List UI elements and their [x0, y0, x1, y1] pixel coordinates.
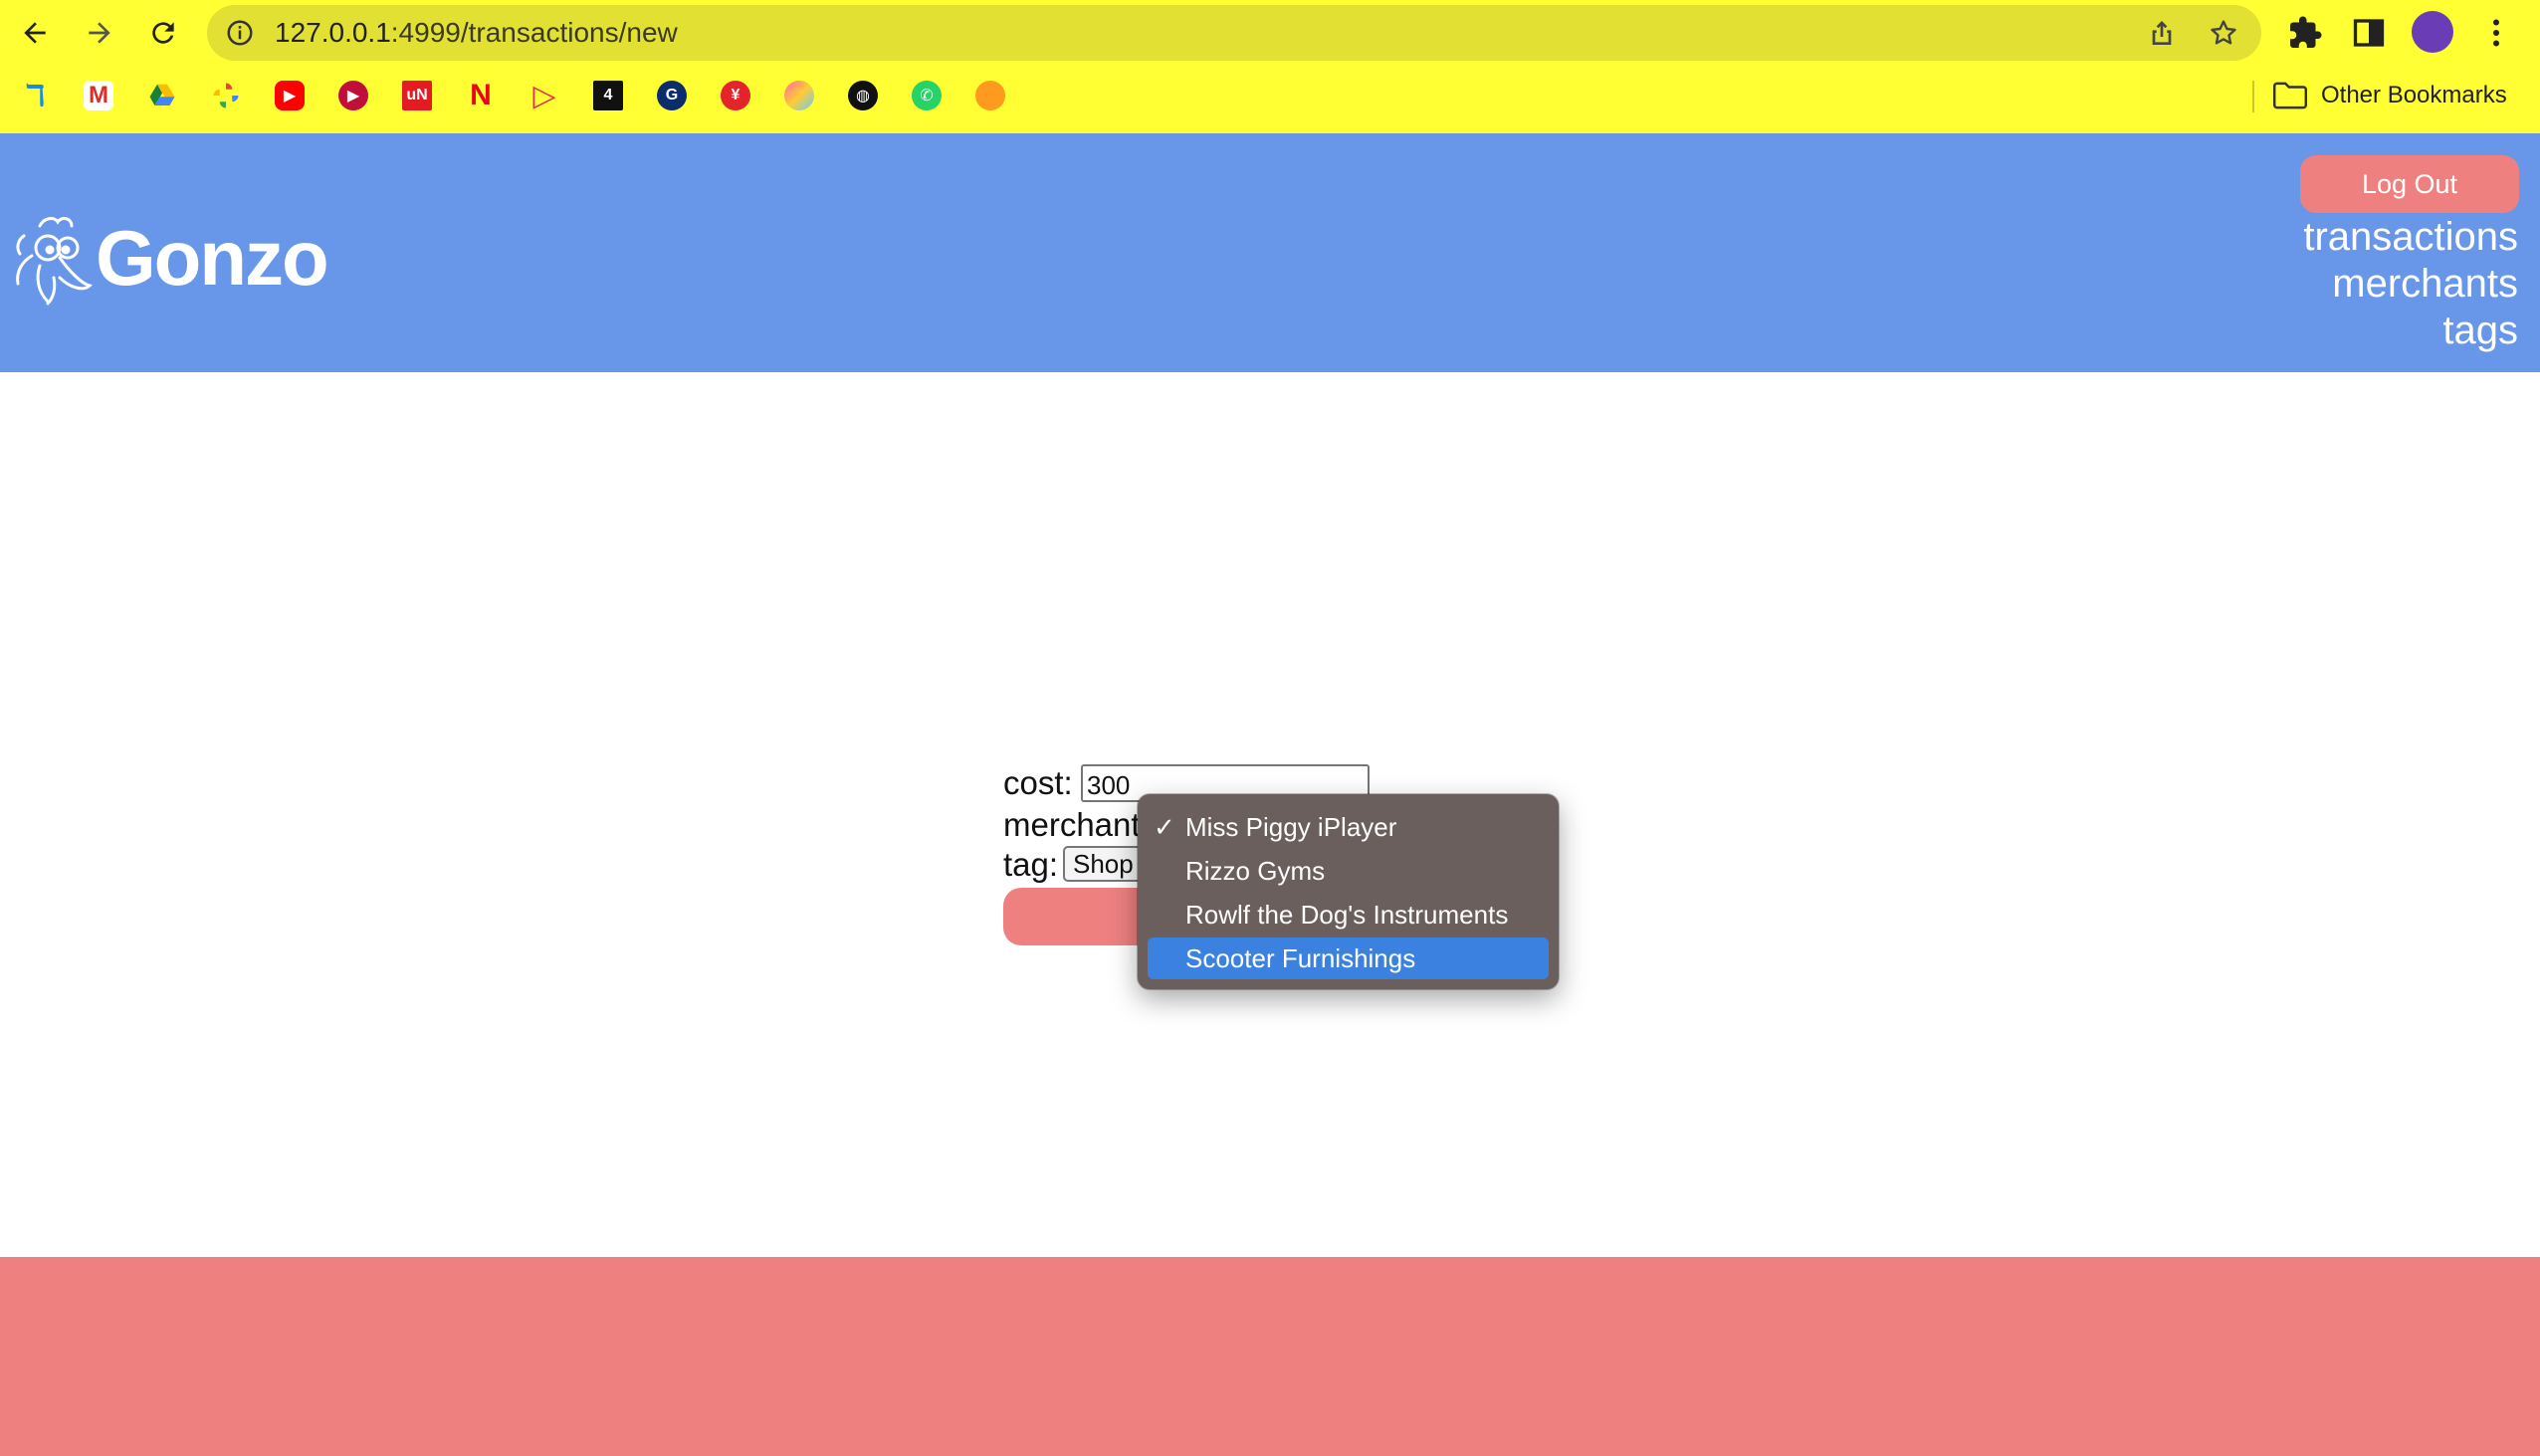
reload-button[interactable] — [143, 13, 183, 53]
merchant-option[interactable]: ✓ Miss Piggy iPlayer — [1148, 806, 1549, 848]
browser-toolbar: 127.0.0.1:4999/transactions/new — [0, 0, 2540, 66]
browser-chrome: 127.0.0.1:4999/transactions/new ℸ M ▶ ▶ … — [0, 0, 2540, 133]
merchant-option-highlighted[interactable]: Scooter Furnishings — [1148, 937, 1549, 979]
site-header: Gonzo Log Out transactions merchants tag… — [0, 133, 2540, 372]
youtube-icon[interactable]: ▶ — [275, 81, 305, 110]
cost-label: cost: — [1003, 764, 1073, 801]
merchant-option[interactable]: Rowlf the Dog's Instruments — [1148, 894, 1549, 936]
other-bookmarks-label: Other Bookmarks — [2321, 82, 2507, 108]
back-button[interactable] — [15, 13, 55, 53]
site-footer — [0, 1257, 2540, 1456]
forward-button[interactable] — [80, 13, 119, 53]
tag-select[interactable]: Shop — [1063, 846, 1143, 882]
folder-icon — [2273, 82, 2307, 109]
colorful-icon[interactable] — [784, 81, 814, 110]
url-text: 127.0.0.1:4999/transactions/new — [275, 17, 678, 48]
channel4-icon[interactable]: 4 — [593, 81, 623, 110]
merchant-label: merchant — [1003, 806, 1141, 843]
netflix-icon[interactable]: N — [466, 79, 496, 111]
nav-link-merchants[interactable]: merchants — [2332, 260, 2518, 308]
arrow-right-icon — [89, 22, 110, 44]
more-menu-icon[interactable] — [2478, 15, 2514, 51]
address-bar[interactable]: 127.0.0.1:4999/transactions/new — [207, 5, 2261, 61]
extensions-icon[interactable] — [2287, 15, 2323, 51]
reload-icon — [152, 22, 174, 44]
share-icon[interactable] — [2146, 17, 2178, 49]
drive-icon[interactable] — [147, 81, 177, 110]
logo-text: Gonzo — [96, 213, 329, 302]
nav-link-transactions[interactable]: transactions — [2303, 213, 2518, 261]
nav-link-tags[interactable]: tags — [2442, 307, 2518, 354]
logout-button[interactable]: Log Out — [2300, 155, 2519, 213]
whatsapp-icon[interactable]: ✆ — [912, 81, 942, 110]
profile-avatar[interactable] — [2412, 11, 2453, 53]
pocket-icon[interactable]: ℸ — [20, 80, 50, 112]
arrow-left-icon — [24, 22, 46, 44]
play-icon[interactable]: ▶ — [338, 81, 368, 110]
logo[interactable]: Gonzo — [10, 203, 329, 312]
submit-button[interactable] — [1003, 888, 1143, 945]
photos-icon[interactable] — [211, 81, 241, 110]
bookmarks-separator — [2252, 81, 2254, 112]
unidays-icon[interactable]: uN — [402, 81, 432, 110]
globe-icon[interactable]: ◍ — [848, 81, 878, 110]
bookmark-red-icon[interactable]: ¥ — [721, 81, 750, 110]
tag-label: tag: — [1003, 846, 1059, 883]
star-icon[interactable] — [2208, 17, 2239, 49]
side-panel-icon[interactable] — [2351, 15, 2387, 51]
checkmark-icon: ✓ — [1154, 812, 1175, 842]
merchant-dropdown-menu[interactable]: ✓ Miss Piggy iPlayer Rizzo Gyms Rowlf th… — [1138, 794, 1559, 989]
orange-icon[interactable] — [975, 81, 1005, 110]
gonzo-mascot-icon — [16, 217, 93, 306]
guardian-icon[interactable]: G — [657, 81, 687, 110]
merchant-option[interactable]: Rizzo Gyms — [1148, 850, 1549, 892]
bookmarks-bar — [0, 66, 2540, 131]
play-movies-icon[interactable]: ▷ — [529, 80, 559, 112]
info-icon[interactable] — [225, 18, 255, 48]
other-bookmarks[interactable]: Other Bookmarks — [2273, 78, 2507, 113]
gmail-icon[interactable]: M — [84, 81, 113, 110]
